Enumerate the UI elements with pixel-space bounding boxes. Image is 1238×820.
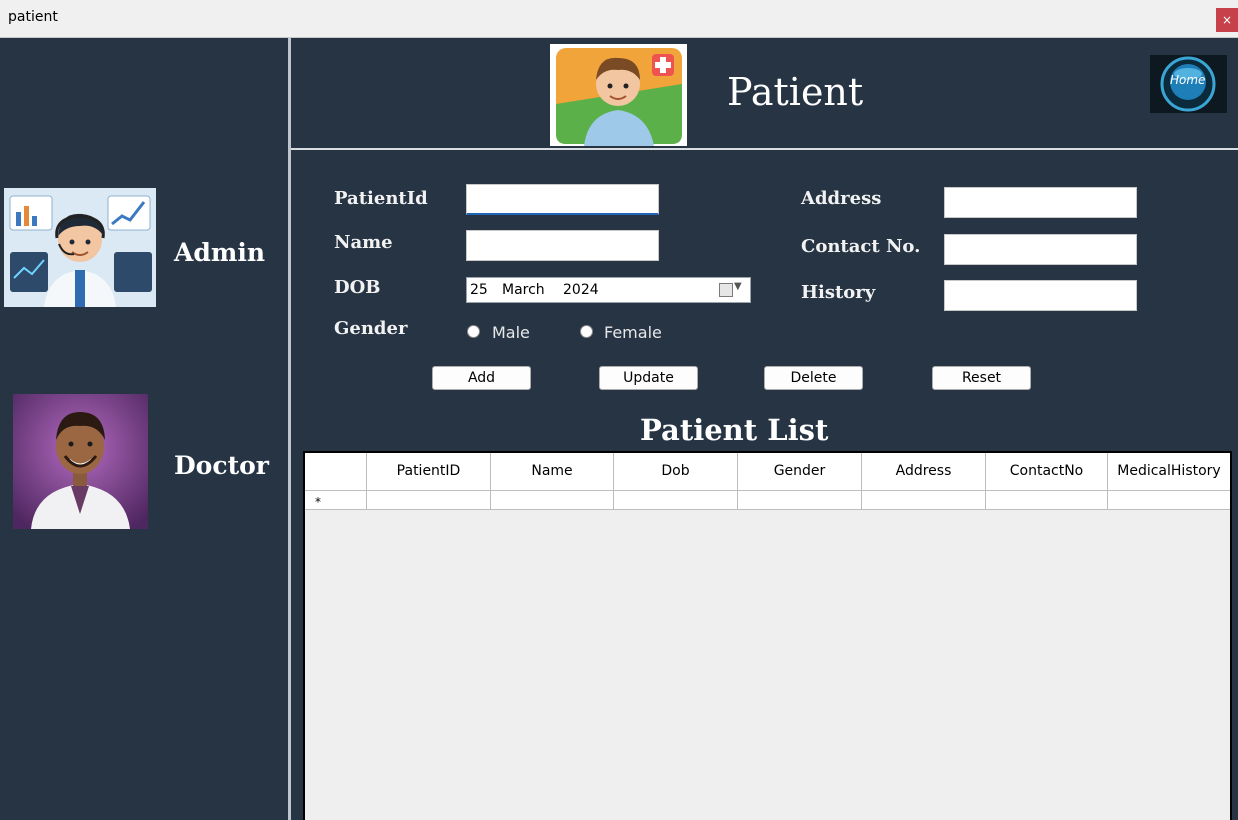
- history-label: History: [801, 282, 876, 303]
- window-title: patient: [8, 9, 58, 25]
- dob-label: DOB: [334, 277, 381, 298]
- window-titlebar: patient ×: [0, 0, 1238, 38]
- delete-button[interactable]: Delete: [764, 366, 863, 390]
- new-row-marker: *: [305, 491, 367, 509]
- contact-input[interactable]: [944, 234, 1137, 265]
- gender-label: Gender: [334, 318, 408, 339]
- column-header-gender[interactable]: Gender: [738, 453, 862, 490]
- sidebar-item-admin[interactable]: Admin: [174, 238, 265, 267]
- contact-label: Contact No.: [801, 236, 921, 257]
- address-input[interactable]: [944, 187, 1137, 218]
- address-label: Address: [801, 188, 882, 209]
- sidebar-item-doctor[interactable]: Doctor: [174, 451, 269, 480]
- column-header-dob[interactable]: Dob: [614, 453, 738, 490]
- column-header-medicalhistory[interactable]: MedicalHistory: [1108, 453, 1230, 490]
- table-cell[interactable]: [1108, 491, 1230, 509]
- column-header-address[interactable]: Address: [862, 453, 986, 490]
- table-cell[interactable]: [862, 491, 986, 509]
- reset-button[interactable]: Reset: [932, 366, 1031, 390]
- table-cell[interactable]: [986, 491, 1108, 509]
- name-input[interactable]: [466, 230, 659, 261]
- update-button[interactable]: Update: [599, 366, 698, 390]
- history-input[interactable]: [944, 280, 1137, 311]
- table-cell[interactable]: [614, 491, 738, 509]
- doctor-avatar[interactable]: [13, 394, 148, 529]
- admin-avatar[interactable]: [4, 188, 156, 307]
- column-header-name[interactable]: Name: [491, 453, 614, 490]
- table-cell[interactable]: [367, 491, 491, 509]
- patient-grid[interactable]: PatientID Name Dob Gender Address Contac…: [303, 451, 1232, 820]
- table-row-new[interactable]: *: [305, 490, 1230, 510]
- gender-male-label[interactable]: Male: [492, 323, 530, 342]
- header-divider: [291, 148, 1238, 150]
- close-button[interactable]: ×: [1216, 8, 1238, 32]
- patient-list-title: Patient List: [640, 413, 829, 447]
- chevron-down-icon[interactable]: ▼: [734, 281, 742, 292]
- gender-female-radio[interactable]: [580, 325, 593, 338]
- patient-id-input[interactable]: [466, 184, 659, 215]
- table-cell[interactable]: [738, 491, 862, 509]
- patient-logo-icon: [550, 44, 687, 146]
- row-header-corner: [305, 453, 367, 490]
- calendar-icon[interactable]: [719, 283, 733, 297]
- grid-header: PatientID Name Dob Gender Address Contac…: [305, 453, 1230, 490]
- gender-female-label[interactable]: Female: [604, 323, 662, 342]
- dob-datepicker[interactable]: 25 March 2024 ▼: [466, 277, 751, 303]
- sidebar-divider: [288, 38, 291, 820]
- dob-year: 2024: [563, 282, 599, 298]
- table-cell[interactable]: [491, 491, 614, 509]
- dob-month: March: [502, 282, 545, 298]
- column-header-patientid[interactable]: PatientID: [367, 453, 491, 490]
- patient-id-label: PatientId: [334, 188, 428, 209]
- page-title: Patient: [727, 70, 864, 114]
- column-header-contactno[interactable]: ContactNo: [986, 453, 1108, 490]
- add-button[interactable]: Add: [432, 366, 531, 390]
- home-button[interactable]: Home: [1150, 55, 1227, 113]
- dob-day: 25: [470, 282, 488, 298]
- gender-male-radio[interactable]: [467, 325, 480, 338]
- home-label: Home: [1170, 73, 1206, 87]
- name-label: Name: [334, 232, 393, 253]
